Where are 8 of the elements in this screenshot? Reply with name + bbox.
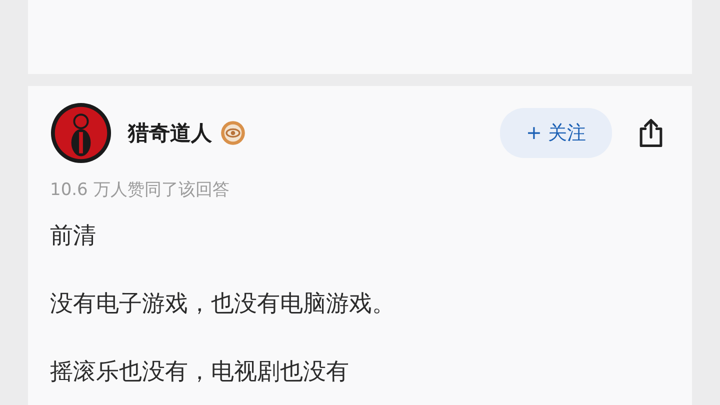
- answer-paragraph: 没有电子游戏，也没有电脑游戏。: [50, 290, 396, 319]
- eye-badge-icon: [220, 120, 246, 146]
- avatar-icon[interactable]: [50, 102, 112, 164]
- follow-button[interactable]: + 关注: [500, 108, 612, 158]
- answer-paragraph: 前清: [50, 222, 97, 251]
- upvote-count: 10.6 万人赞同了该回答: [50, 179, 230, 201]
- answer-paragraph: 摇滚乐也没有，电视剧也没有: [50, 358, 350, 387]
- author-name[interactable]: 猎奇道人: [128, 119, 212, 147]
